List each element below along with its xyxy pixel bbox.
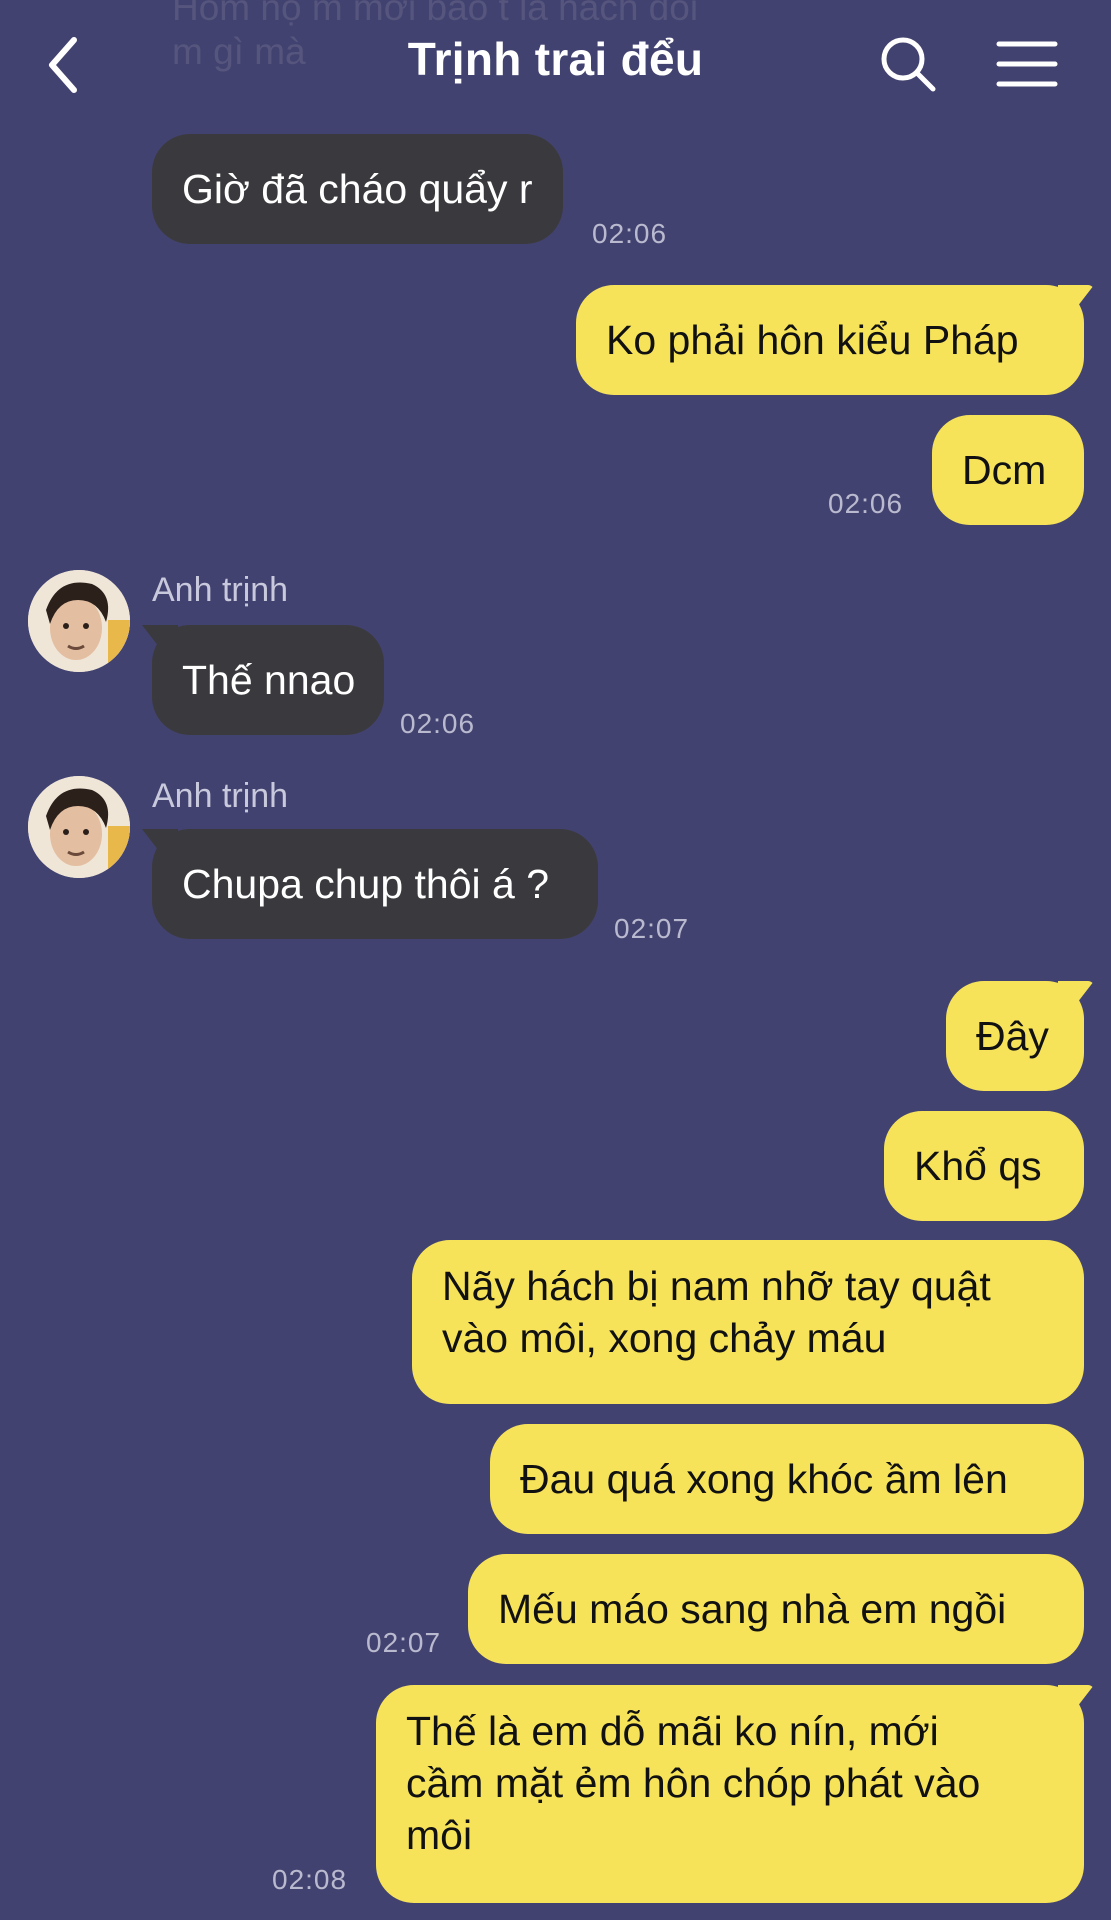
message-text: Mếu máo sang nhà em ngồi — [498, 1586, 1007, 1632]
message-text-line: vào môi, xong chảy máu — [442, 1315, 887, 1361]
message-bubble-outgoing[interactable]: Dcm — [932, 415, 1084, 525]
message-time: 02:06 — [828, 488, 904, 519]
sender-name: Anh trịnh — [152, 777, 289, 815]
hamburger-menu-icon[interactable] — [996, 38, 1058, 90]
message-text-line: Thế là em dỗ mãi ko nín, mới — [406, 1708, 939, 1754]
avatar[interactable] — [28, 776, 130, 878]
message-time: 02:06 — [592, 218, 668, 249]
chat-title: Trịnh trai đểu — [407, 33, 704, 85]
message-text-line: cầm mặt ẻm hôn chóp phát vào — [406, 1760, 981, 1806]
message-time: 02:06 — [400, 708, 476, 739]
message-text-line: Nãy hách bị nam nhỡ tay quật — [442, 1263, 991, 1309]
message-text: Dcm — [962, 447, 1047, 493]
message-bubble-outgoing[interactable]: Khổ qs — [884, 1111, 1084, 1221]
message-text: Đau quá xong khóc ầm lên — [520, 1456, 1008, 1502]
search-icon[interactable] — [878, 34, 938, 94]
message-text-line: môi — [406, 1812, 473, 1858]
message-time: 02:08 — [272, 1864, 348, 1895]
message-bubble-outgoing[interactable]: Mếu máo sang nhà em ngồi — [468, 1554, 1084, 1664]
chat-header: Trịnh trai đểu — [0, 0, 1111, 130]
message-time: 02:07 — [614, 913, 690, 944]
message-text: Ko phải hôn kiểu Pháp — [606, 317, 1019, 363]
sender-name: Anh trịnh — [152, 571, 289, 609]
avatar[interactable] — [28, 570, 130, 672]
message-bubble-outgoing[interactable]: Đau quá xong khóc ầm lên — [490, 1424, 1084, 1534]
message-time: 02:07 — [366, 1627, 442, 1658]
message-bubble-outgoing[interactable]: Nãy hách bị nam nhỡ tay quật vào môi, xo… — [412, 1240, 1084, 1404]
message-text: Đây — [976, 1013, 1049, 1059]
message-bubble-outgoing[interactable]: Đây — [946, 981, 1084, 1091]
message-text: Chupa chup thôi á ? — [182, 861, 549, 907]
chat-screen: Hôm nọ m mới bảo t là hách đòi m gì mà T… — [0, 0, 1111, 1920]
avatar-photo-icon — [28, 570, 130, 672]
message-bubble-incoming[interactable]: Giờ đã cháo quẩy r — [152, 134, 563, 244]
message-text: Khổ qs — [914, 1143, 1042, 1189]
message-bubble-outgoing[interactable]: Thế là em dỗ mãi ko nín, mới cầm mặt ẻm … — [376, 1685, 1084, 1903]
message-bubble-incoming[interactable]: Chupa chup thôi á ? — [152, 829, 598, 939]
message-text: Thế nnao — [182, 657, 356, 703]
message-bubble-outgoing[interactable]: Ko phải hôn kiểu Pháp — [576, 285, 1084, 395]
avatar-photo-icon — [28, 776, 130, 878]
message-bubble-incoming[interactable]: Thế nnao — [152, 625, 384, 735]
message-text: Giờ đã cháo quẩy r — [182, 166, 533, 212]
